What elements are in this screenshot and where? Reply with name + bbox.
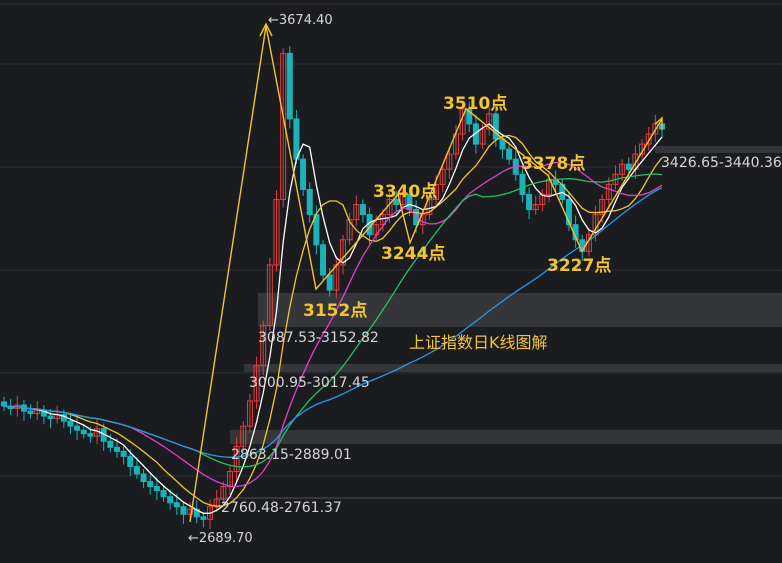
candle-body bbox=[180, 506, 187, 515]
candle-body bbox=[293, 118, 300, 160]
candle-body bbox=[147, 481, 154, 488]
candle-body bbox=[300, 158, 307, 190]
candle-body bbox=[107, 440, 114, 448]
candle-body bbox=[153, 486, 160, 492]
candle-body bbox=[113, 446, 120, 452]
candle-body bbox=[286, 52, 293, 120]
candle-body bbox=[140, 473, 147, 483]
annotation-label: 3152点 bbox=[303, 300, 367, 321]
candle-body bbox=[120, 450, 127, 457]
chart-title: 上证指数日K线图解 bbox=[409, 333, 548, 352]
candle-body bbox=[160, 490, 167, 498]
gap-label: 3426.65-3440.36 bbox=[661, 155, 782, 171]
candle-body bbox=[326, 274, 333, 291]
candle-body bbox=[47, 415, 54, 420]
grid bbox=[0, 3, 782, 477]
candle-body bbox=[80, 429, 87, 435]
gap-label: 2863.15-2889.01 bbox=[231, 447, 352, 463]
annotation-label: 3510点 bbox=[443, 93, 507, 114]
candle-body bbox=[320, 244, 327, 276]
candle-body bbox=[133, 465, 140, 475]
gap-label: 3000.95-3017.45 bbox=[249, 375, 370, 391]
low-extreme-label: ←2689.70 bbox=[188, 531, 253, 546]
candle-body bbox=[526, 193, 533, 211]
gap-band bbox=[655, 146, 782, 153]
candle-body bbox=[306, 188, 313, 216]
candle-body bbox=[74, 425, 81, 431]
gap-band bbox=[244, 364, 782, 372]
candle-body bbox=[625, 163, 632, 170]
candle-body bbox=[359, 204, 366, 216]
high-extreme-label: ←3674.40 bbox=[268, 13, 333, 28]
candle-body bbox=[519, 173, 526, 195]
gap-label: 2760.48-2761.37 bbox=[221, 500, 342, 516]
candle-body bbox=[173, 502, 180, 508]
candle-body bbox=[1, 401, 7, 407]
annotation-label: 3378点 bbox=[521, 153, 585, 174]
annotation-label: 3244点 bbox=[381, 243, 445, 264]
candle-body bbox=[87, 433, 94, 437]
labels: ←3674.40 ←2689.70 3426.65-3440.36 3087.5… bbox=[188, 13, 782, 546]
gap-label: 3087.53-3152.82 bbox=[258, 330, 379, 346]
annotation-label: 3340点 bbox=[373, 181, 437, 202]
candlestick-chart: ←3674.40 ←2689.70 3426.65-3440.36 3087.5… bbox=[0, 3, 782, 546]
candle-body bbox=[127, 455, 134, 467]
gap-band bbox=[230, 430, 782, 444]
candle-body bbox=[506, 148, 513, 160]
candle-body bbox=[200, 516, 207, 520]
annotation-label: 3227点 bbox=[547, 255, 611, 276]
gap-band bbox=[216, 497, 782, 499]
candle-body bbox=[67, 420, 74, 427]
candle-body bbox=[167, 496, 174, 504]
candle-body bbox=[27, 410, 34, 415]
